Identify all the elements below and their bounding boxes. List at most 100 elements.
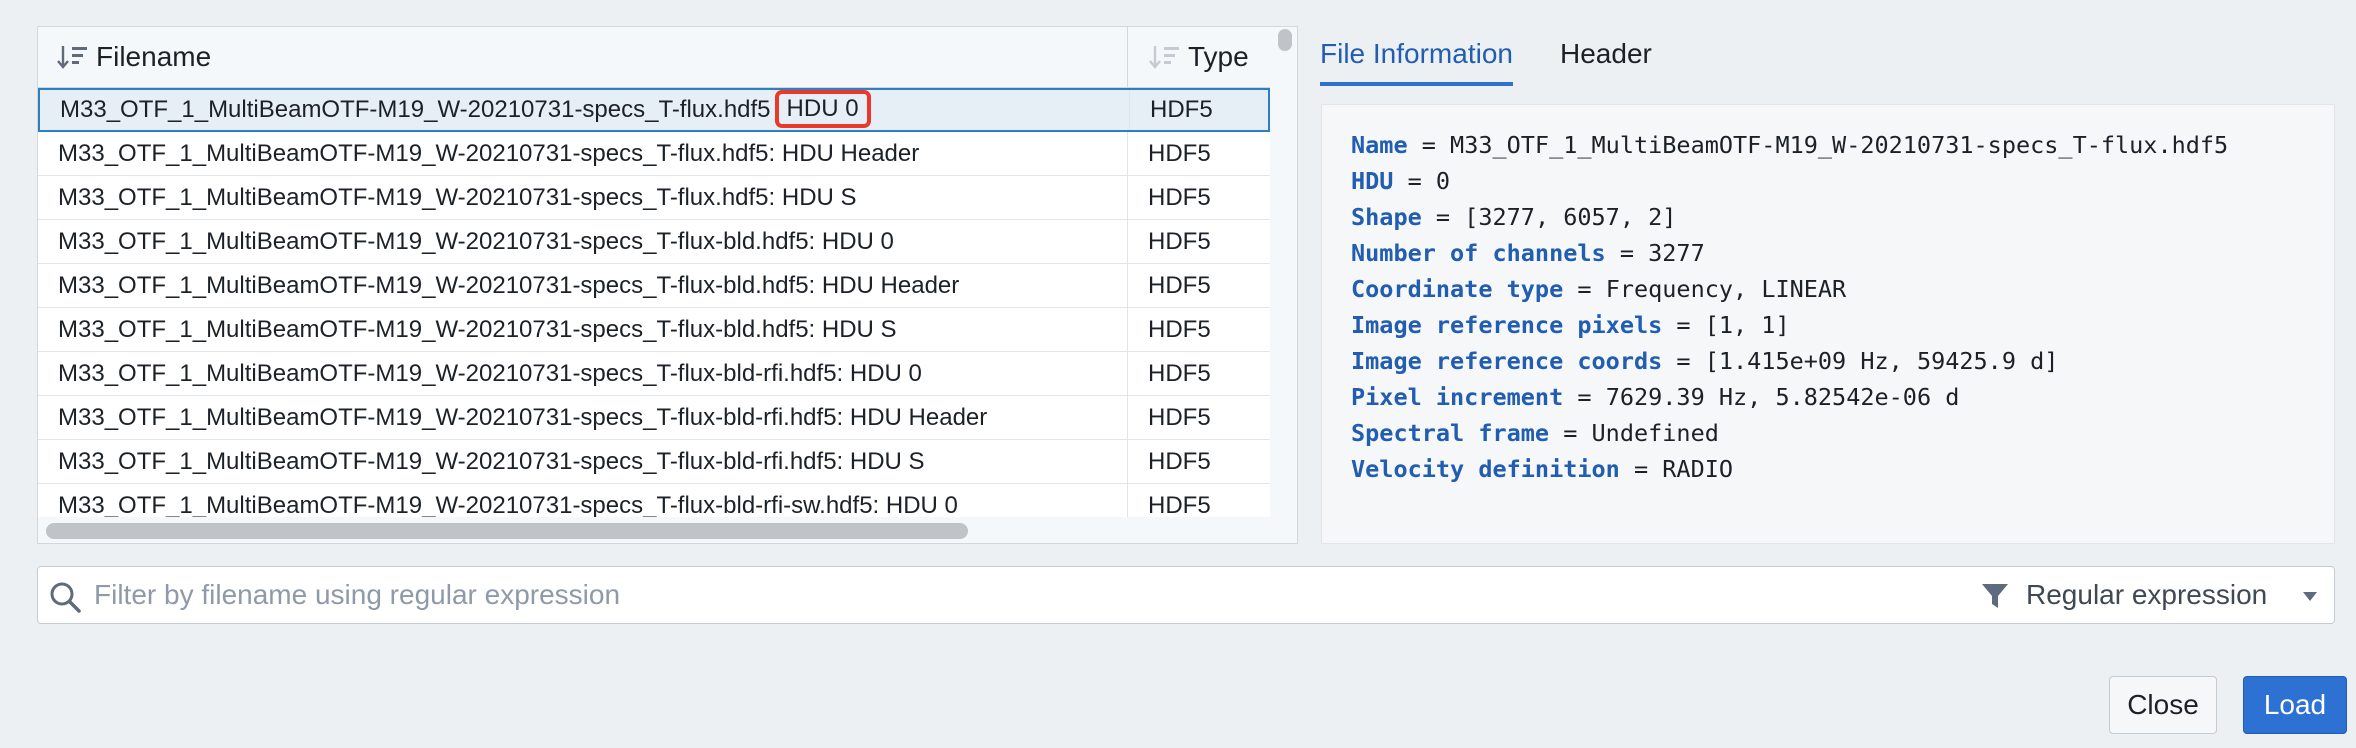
table-row[interactable]: M33_OTF_1_MultiBeamOTF-M19_W-20210731-sp… (38, 308, 1270, 352)
filename-cell: M33_OTF_1_MultiBeamOTF-M19_W-20210731-sp… (38, 132, 1128, 175)
file-table-body[interactable]: Filename Type M33_OTF_1_MultiBeamOTF-M19… (38, 27, 1270, 517)
column-header-filename[interactable]: Filename (38, 27, 1128, 87)
type-cell: HDF5 (1148, 316, 1211, 343)
table-row[interactable]: M33_OTF_1_MultiBeamOTF-M19_W-20210731-sp… (38, 396, 1270, 440)
table-row[interactable]: M33_OTF_1_MultiBeamOTF-M19_W-20210731-sp… (38, 220, 1270, 264)
type-cell: HDF5 (1148, 228, 1211, 255)
filename-text: M33_OTF_1_MultiBeamOTF-M19_W-20210731-sp… (58, 272, 960, 299)
filename-cell: M33_OTF_1_MultiBeamOTF-M19_W-20210731-sp… (38, 484, 1128, 517)
info-line: Pixel increment = 7629.39 Hz, 5.82542e-0… (1351, 379, 2334, 415)
info-key: Image reference pixels (1351, 311, 1663, 339)
info-equals: = (1393, 167, 1436, 195)
info-key: Velocity definition (1351, 455, 1620, 483)
tab-file-information[interactable]: File Information (1320, 26, 1513, 86)
info-equals: = (1605, 239, 1649, 267)
type-cell: HDF5 (1148, 448, 1211, 475)
info-value: RADIO (1662, 455, 1734, 483)
filter-bar: Regular expression (37, 566, 2335, 624)
info-equals: = (1421, 203, 1465, 231)
info-equals: = (1662, 347, 1705, 375)
info-key: Spectral frame (1351, 419, 1550, 447)
info-line: Number of channels = 3277 (1351, 235, 2334, 271)
info-key: Coordinate type (1351, 275, 1564, 303)
filename-cell: M33_OTF_1_MultiBeamOTF-M19_W-20210731-sp… (38, 396, 1128, 439)
info-value: Frequency, LINEAR (1605, 275, 1847, 303)
filename-text: M33_OTF_1_MultiBeamOTF-M19_W-20210731-sp… (58, 448, 925, 475)
type-cell: HDF5 (1148, 492, 1211, 517)
filename-text: M33_OTF_1_MultiBeamOTF-M19_W-20210731-sp… (58, 316, 897, 343)
info-value: [3277, 6057, 2] (1464, 203, 1677, 231)
info-equals: = (1549, 419, 1592, 447)
table-row[interactable]: M33_OTF_1_MultiBeamOTF-M19_W-20210731-sp… (38, 264, 1270, 308)
table-rows: M33_OTF_1_MultiBeamOTF-M19_W-20210731-sp… (38, 88, 1270, 517)
type-cell: HDF5 (1148, 140, 1211, 167)
info-key: Image reference coords (1351, 347, 1663, 375)
info-key: Name (1351, 131, 1408, 159)
sort-icon[interactable] (1148, 42, 1182, 72)
type-cell: HDF5 (1148, 360, 1211, 387)
info-value: 0 (1435, 167, 1451, 195)
sort-desc-icon[interactable] (56, 42, 90, 72)
hdu-highlight: HDU 0 (774, 90, 871, 128)
tab-header[interactable]: Header (1560, 26, 1652, 82)
filename-text: M33_OTF_1_MultiBeamOTF-M19_W-20210731-sp… (58, 404, 988, 431)
filename-cell: M33_OTF_1_MultiBeamOTF-M19_W-20210731-sp… (38, 176, 1128, 219)
info-line: Velocity definition = RADIO (1351, 451, 2334, 487)
filename-cell: M33_OTF_1_MultiBeamOTF-M19_W-20210731-sp… (40, 90, 1130, 130)
close-button[interactable]: Close (2109, 676, 2217, 734)
info-key: Shape (1351, 203, 1422, 231)
table-row[interactable]: M33_OTF_1_MultiBeamOTF-M19_W-20210731-sp… (38, 440, 1270, 484)
info-value: [1.415e+09 Hz, 59425.9 d] (1704, 347, 2059, 375)
info-line: Image reference coords = [1.415e+09 Hz, … (1351, 343, 2334, 379)
horizontal-scrollbar-thumb[interactable] (46, 523, 968, 539)
info-equals: = (1619, 455, 1663, 483)
type-cell: HDF5 (1148, 272, 1211, 299)
info-line: Shape = [3277, 6057, 2] (1351, 199, 2334, 235)
regex-mode-select[interactable]: Regular expression (1980, 567, 2330, 623)
column-label-type: Type (1188, 41, 1249, 72)
info-line: Spectral frame = Undefined (1351, 415, 2334, 451)
vertical-scrollbar[interactable] (1275, 27, 1295, 517)
filename-cell: M33_OTF_1_MultiBeamOTF-M19_W-20210731-sp… (38, 308, 1128, 351)
info-line: HDU = 0 (1351, 163, 2334, 199)
info-equals: = (1563, 383, 1606, 411)
column-header-type[interactable]: Type (1128, 27, 1270, 87)
info-equals: = (1407, 131, 1451, 159)
load-button[interactable]: Load (2243, 676, 2347, 734)
type-cell: HDF5 (1148, 404, 1211, 431)
table-row[interactable]: M33_OTF_1_MultiBeamOTF-M19_W-20210731-sp… (38, 484, 1270, 517)
info-line: Name = M33_OTF_1_MultiBeamOTF-M19_W-2021… (1351, 127, 2334, 163)
info-value: 3277 (1648, 239, 1705, 267)
filename-cell: M33_OTF_1_MultiBeamOTF-M19_W-20210731-sp… (38, 352, 1128, 395)
type-cell: HDF5 (1148, 184, 1211, 211)
table-row[interactable]: M33_OTF_1_MultiBeamOTF-M19_W-20210731-sp… (38, 88, 1270, 132)
info-line: Image reference pixels = [1, 1] (1351, 307, 2334, 343)
table-header: Filename Type (38, 27, 1270, 88)
info-value: 7629.39 Hz, 5.82542e-06 d (1605, 383, 1960, 411)
regex-mode-label: Regular expression (2026, 579, 2268, 610)
filename-text: M33_OTF_1_MultiBeamOTF-M19_W-20210731-sp… (58, 140, 920, 167)
table-row[interactable]: M33_OTF_1_MultiBeamOTF-M19_W-20210731-sp… (38, 132, 1270, 176)
info-equals: = (1662, 311, 1705, 339)
filename-text: M33_OTF_1_MultiBeamOTF-M19_W-20210731-sp… (60, 96, 771, 123)
info-value: Undefined (1591, 419, 1719, 447)
filename-text: M33_OTF_1_MultiBeamOTF-M19_W-20210731-sp… (58, 360, 922, 387)
filename-text: M33_OTF_1_MultiBeamOTF-M19_W-20210731-sp… (58, 492, 958, 517)
info-line: Coordinate type = Frequency, LINEAR (1351, 271, 2334, 307)
filename-cell: M33_OTF_1_MultiBeamOTF-M19_W-20210731-sp… (38, 440, 1128, 483)
filter-input[interactable] (94, 567, 1994, 623)
vertical-scrollbar-thumb[interactable] (1278, 29, 1292, 51)
filter-icon (1982, 584, 2008, 608)
info-key: HDU (1351, 167, 1394, 195)
column-label-filename: Filename (96, 41, 212, 72)
filename-text: M33_OTF_1_MultiBeamOTF-M19_W-20210731-sp… (58, 228, 894, 255)
filename-cell: M33_OTF_1_MultiBeamOTF-M19_W-20210731-sp… (38, 220, 1128, 263)
info-key: Number of channels (1351, 239, 1606, 267)
info-equals: = (1563, 275, 1606, 303)
info-value: M33_OTF_1_MultiBeamOTF-M19_W-20210731-sp… (1450, 131, 2229, 159)
info-value: [1, 1] (1704, 311, 1790, 339)
table-row[interactable]: M33_OTF_1_MultiBeamOTF-M19_W-20210731-sp… (38, 352, 1270, 396)
file-information-panel: Name = M33_OTF_1_MultiBeamOTF-M19_W-2021… (1321, 104, 2335, 544)
filename-text: M33_OTF_1_MultiBeamOTF-M19_W-20210731-sp… (58, 184, 857, 211)
table-row[interactable]: M33_OTF_1_MultiBeamOTF-M19_W-20210731-sp… (38, 176, 1270, 220)
